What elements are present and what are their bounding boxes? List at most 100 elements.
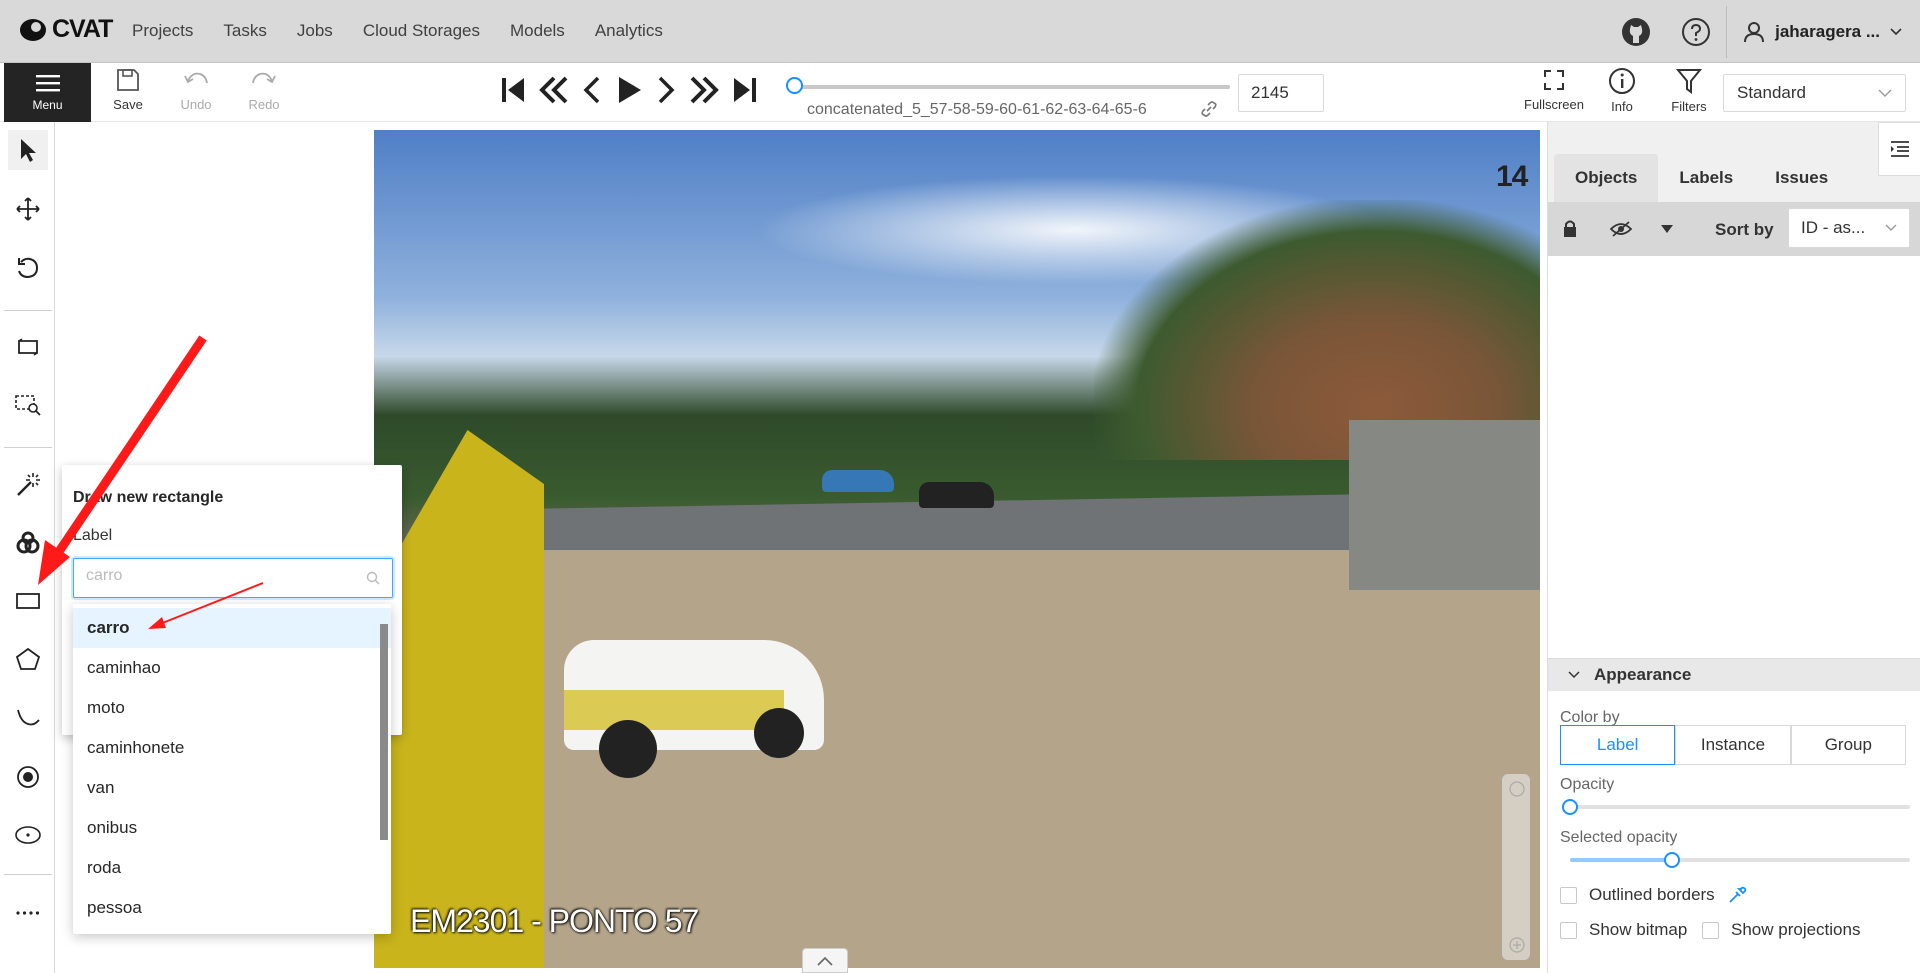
caret-down-icon[interactable] [1660,224,1674,234]
fast-backward-icon[interactable] [536,74,572,106]
eye-invisible-icon[interactable] [1610,220,1632,238]
play-icon[interactable] [612,74,646,106]
github-button[interactable] [1606,17,1666,47]
label-option-caminhonete[interactable]: caminhonete [73,728,391,768]
nav-projects[interactable]: Projects [132,21,193,41]
move-tool[interactable] [8,189,48,229]
save-button[interactable]: Save [98,67,158,112]
opacity-slider-handle[interactable] [1562,799,1578,815]
save-icon [117,69,139,91]
redo-icon [252,72,276,84]
cursor-tool[interactable] [8,130,48,170]
label-option-van[interactable]: van [73,768,391,808]
tab-labels[interactable]: Labels [1658,154,1754,202]
nav-tasks[interactable]: Tasks [223,21,266,41]
draw-polygon-tool[interactable] [8,639,48,679]
next-frame-icon[interactable] [654,74,678,106]
selected-opacity-slider[interactable] [1570,852,1910,868]
show-bitmap-checkbox[interactable] [1560,921,1577,939]
color-by-label-option[interactable]: Label [1560,725,1676,765]
draw-rectangle-tool[interactable] [8,581,48,621]
info-button[interactable]: Info [1592,67,1652,114]
frame-number-input[interactable]: 2145 [1238,74,1324,112]
label-option-carro[interactable]: carro [73,608,391,648]
undo-button[interactable]: Undo [166,67,226,112]
filters-button[interactable]: Filters [1659,67,1719,114]
opacity-slider[interactable] [1562,799,1910,815]
tab-issues[interactable]: Issues [1754,154,1849,202]
fit-image-tool[interactable] [8,327,48,367]
rotate-tool[interactable] [8,248,48,288]
menu-button[interactable]: Menu [4,63,91,122]
fast-forward-icon[interactable] [686,74,722,106]
frame-slider-handle[interactable] [786,77,803,94]
workspace-select[interactable]: Standard [1723,74,1906,112]
draw-ellipse-tool[interactable] [8,815,48,855]
magic-wand-icon [17,473,40,496]
color-by-instance-option[interactable]: Instance [1675,725,1791,765]
first-frame-icon[interactable] [498,74,528,106]
appearance-header[interactable]: Appearance [1548,659,1920,691]
nav-jobs[interactable]: Jobs [297,21,333,41]
show-bitmap-row: Show bitmap [1560,920,1687,940]
label-caption: Label [73,527,113,544]
chevron-down-icon [1890,27,1902,35]
player-controls [498,74,760,106]
info-label: Info [1611,99,1633,114]
show-projections-label: Show projections [1731,920,1861,939]
fullscreen-button[interactable]: Fullscreen [1524,67,1584,112]
zoom-out-icon[interactable] [1503,775,1531,803]
nav-analytics[interactable]: Analytics [595,21,663,41]
label-dropdown: carro caminhao moto caminhonete van onib… [73,604,391,934]
cvat-logo[interactable]: CVAT [18,15,113,44]
dropdown-scrollbar[interactable] [380,624,388,840]
color-by-group-option[interactable]: Group [1790,725,1906,765]
selected-opacity-slider-fill [1570,858,1672,862]
label-option-roda[interactable]: roda [73,848,391,888]
help-button[interactable] [1666,17,1726,47]
link-icon[interactable] [1200,100,1218,118]
label-search-input[interactable]: carro [73,558,393,598]
sort-select[interactable]: ID - as... [1788,208,1910,248]
selected-opacity-slider-handle[interactable] [1664,852,1680,868]
redo-button[interactable]: Redo [234,67,294,112]
zoom-in-icon[interactable] [1503,931,1531,959]
controls-sidebar [0,122,55,973]
previous-frame-icon[interactable] [580,74,604,106]
label-option-caminhao[interactable]: caminhao [73,648,391,688]
polyline-icon [17,709,40,726]
github-icon [1622,17,1651,46]
controls-divider [4,310,52,311]
label-option-onibus[interactable]: onibus [73,808,391,848]
zoom-control[interactable] [1502,774,1530,960]
controls-divider [4,874,52,875]
show-projections-checkbox[interactable] [1702,921,1719,939]
label-option-moto[interactable]: moto [73,688,391,728]
cvat-logo-icon [20,18,46,41]
image-truck-wheel [754,708,804,758]
label-option-pessoa[interactable]: pessoa [73,888,391,928]
lock-icon[interactable] [1561,219,1579,239]
openvino-tool[interactable] [8,523,48,563]
undo-label: Undo [180,97,212,112]
frame-slider-track[interactable] [794,85,1230,89]
selected-opacity-label: Selected opacity [1560,829,1678,846]
search-icon [366,571,380,585]
draw-points-tool[interactable] [8,757,48,797]
nav-cloud-storages[interactable]: Cloud Storages [363,21,480,41]
fit-icon [18,338,38,356]
tab-objects[interactable]: Objects [1554,154,1659,202]
zoom-region-tool[interactable] [8,385,48,425]
user-menu[interactable]: jaharagera ... [1726,5,1920,58]
outlined-borders-checkbox[interactable] [1560,886,1577,904]
nav-models[interactable]: Models [510,21,565,41]
draw-polyline-tool[interactable] [8,698,48,738]
more-tools[interactable] [8,893,48,933]
color-picker-icon[interactable] [1727,885,1747,905]
workspace-value: Standard [1737,83,1806,102]
filter-icon [1675,69,1703,94]
frame-image[interactable] [374,130,1540,968]
last-frame-icon[interactable] [730,74,760,106]
magic-wand-tool[interactable] [8,464,48,504]
bottom-panel-toggle[interactable] [802,948,848,973]
